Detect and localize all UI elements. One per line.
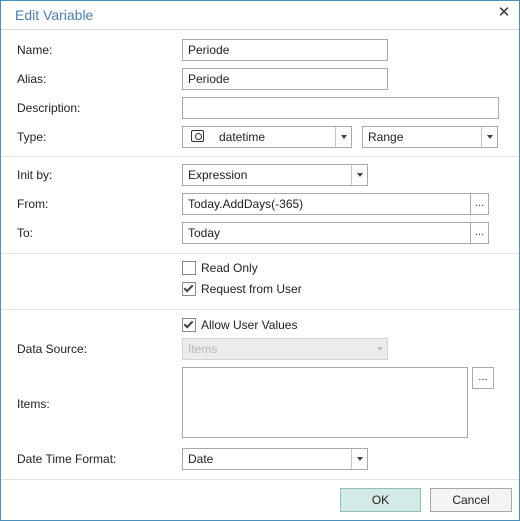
separator (1, 156, 519, 157)
type-dropdown[interactable]: datetime (182, 126, 352, 148)
edit-variable-dialog: Edit Variable ✕ Name: Periode Alias: Per… (0, 0, 520, 521)
request-from-user-label: Request from User (201, 282, 302, 296)
range-value: Range (368, 130, 404, 144)
type-value: datetime (219, 130, 266, 144)
init-by-value: Expression (188, 168, 248, 182)
title-bar: Edit Variable ✕ (1, 1, 519, 30)
items-ellipsis-button[interactable]: ... (472, 367, 494, 389)
description-label: Description: (17, 101, 81, 115)
dialog-title: Edit Variable (15, 7, 94, 23)
cancel-button[interactable]: Cancel (430, 488, 512, 512)
chevron-down-icon (371, 339, 387, 359)
init-by-label: Init by: (17, 168, 53, 182)
description-field[interactable] (182, 97, 499, 119)
date-time-format-dropdown[interactable]: Date (182, 448, 368, 470)
data-source-value: Items (188, 342, 218, 356)
items-textarea[interactable] (182, 367, 468, 438)
name-field[interactable]: Periode (182, 39, 388, 61)
request-from-user-checkbox[interactable] (182, 282, 196, 296)
chevron-down-icon[interactable] (481, 127, 497, 147)
alias-label: Alias: (17, 72, 47, 86)
allow-user-values-label: Allow User Values (201, 318, 298, 332)
date-time-format-value: Date (188, 452, 214, 466)
type-label: Type: (17, 130, 47, 144)
chevron-down-icon[interactable] (351, 449, 367, 469)
alias-field[interactable]: Periode (182, 68, 388, 90)
date-time-format-label: Date Time Format: (17, 452, 117, 466)
separator (1, 479, 519, 480)
from-ellipsis-button[interactable]: ... (471, 193, 489, 215)
range-dropdown[interactable]: Range (362, 126, 498, 148)
to-label: To: (17, 226, 34, 240)
to-field[interactable]: Today (182, 222, 471, 244)
name-label: Name: (17, 43, 53, 57)
datetime-icon (191, 130, 204, 142)
allow-user-values-checkbox[interactable] (182, 318, 196, 332)
from-field[interactable]: Today.AddDays(-365) (182, 193, 471, 215)
read-only-label: Read Only (201, 261, 258, 275)
separator (1, 309, 519, 310)
from-label: From: (17, 197, 49, 211)
read-only-checkbox[interactable] (182, 261, 196, 275)
to-ellipsis-button[interactable]: ... (471, 222, 489, 244)
init-by-dropdown[interactable]: Expression (182, 164, 368, 186)
chevron-down-icon[interactable] (335, 127, 351, 147)
check-icon (183, 318, 194, 329)
check-icon (183, 282, 194, 293)
data-source-dropdown: Items (182, 338, 388, 360)
close-icon[interactable]: ✕ (496, 5, 512, 21)
items-label: Items: (17, 397, 50, 411)
ok-button[interactable]: OK (340, 488, 421, 512)
separator (1, 253, 519, 254)
data-source-label: Data Source: (17, 342, 88, 356)
chevron-down-icon[interactable] (351, 165, 367, 185)
